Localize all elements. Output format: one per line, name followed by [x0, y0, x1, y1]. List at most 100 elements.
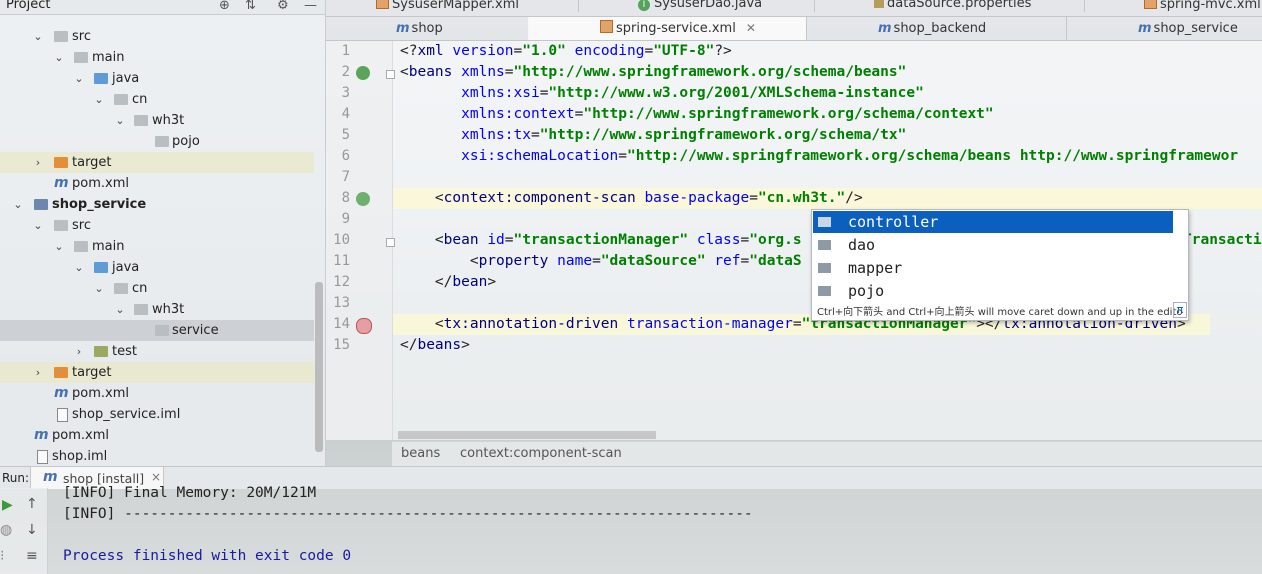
chevron-down-icon[interactable]: ⌄ [73, 68, 85, 89]
tree-item-pojo[interactable]: pojo [0, 131, 314, 152]
transaction-icon[interactable] [356, 318, 372, 334]
editor-hscrollbar[interactable] [398, 431, 656, 439]
code-line[interactable]: </beans> [400, 335, 470, 356]
chevron-right-icon[interactable]: › [32, 362, 44, 383]
chevron-down-icon[interactable]: ⌄ [93, 278, 105, 299]
editor-gutter[interactable]: 1 2 3 4 5 6 7 8 9 10 11 12 13 14 15 [326, 41, 393, 440]
tree-item-target[interactable]: › target [0, 152, 314, 173]
close-icon[interactable]: × [151, 470, 161, 484]
tree-item-iml[interactable]: shop_service.iml [0, 404, 314, 425]
tree-label: java [112, 260, 140, 275]
code-line[interactable]: <?xml version="1.0" encoding="UTF-8"?> [400, 41, 732, 62]
completion-item[interactable]: dao [813, 234, 1173, 256]
pin-icon[interactable]: ⁝ [0, 548, 4, 564]
tree-item-iml[interactable]: shop.iml [0, 446, 314, 467]
chevron-down-icon[interactable]: ⌄ [32, 215, 44, 236]
code-line[interactable]: xmlns:tx="http://www.springframework.org… [400, 125, 906, 146]
chevron-down-icon[interactable]: ⌄ [114, 110, 126, 131]
tree-item-test[interactable]: › test [0, 341, 314, 362]
chevron-right-icon[interactable]: › [73, 341, 85, 362]
code-line[interactable]: <beans xmlns="http://www.springframework… [400, 62, 906, 83]
file-icon [57, 408, 68, 422]
scroll-up-icon[interactable]: ↑ [26, 496, 38, 512]
tab-spring-service[interactable]: spring-service.xml ✕ [528, 17, 807, 40]
tab-shop[interactable]: m shop [326, 17, 529, 40]
code-line[interactable]: <bean id="transactionManager" class="org… [400, 230, 802, 251]
module-icon [34, 199, 48, 210]
project-scrollbar[interactable] [315, 282, 323, 452]
xml-file-icon [376, 0, 389, 9]
code-line[interactable]: <context:component-scan base-package="cn… [400, 188, 863, 209]
code-line[interactable]: xsi:schemaLocation="http://www.springfra… [400, 146, 1238, 167]
tree-item-cn[interactable]: ⌄ cn [0, 278, 314, 299]
breadcrumb-item[interactable]: beans [401, 446, 440, 461]
chevron-down-icon[interactable]: ⌄ [114, 299, 126, 320]
stop-icon[interactable]: ◍ [0, 522, 12, 538]
code-line[interactable]: xmlns:context="http://www.springframewor… [400, 104, 994, 125]
code-token: xmlns:xsi [461, 85, 540, 101]
code-token: encoding [574, 43, 645, 59]
tree-item-pom[interactable]: m pom.xml [0, 173, 314, 194]
breadcrumb-item[interactable]: context:component-scan [460, 446, 622, 461]
spring-scan-icon[interactable] [356, 192, 370, 206]
tree-item-cn[interactable]: ⌄ cn [0, 89, 314, 110]
run-console[interactable]: [INFO] Final Memory: 20M/121M [INFO] ---… [48, 485, 1262, 574]
code-line[interactable]: <property name="dataSource" ref="dataS [400, 251, 802, 272]
rerun-icon[interactable]: ▶ [2, 497, 13, 513]
tree-item-wh3t[interactable]: ⌄ wh3t [0, 299, 314, 320]
pi-icon[interactable]: π [1173, 302, 1187, 318]
tree-item-wh3t[interactable]: ⌄ wh3t [0, 110, 314, 131]
tree-item-pom[interactable]: m pom.xml [0, 383, 314, 404]
line-number: 15 [333, 337, 350, 353]
chevron-right-icon[interactable]: › [32, 152, 44, 173]
maven-icon: m [1138, 21, 1152, 36]
tab-spring-mvc[interactable]: spring-mvc.xml [1144, 0, 1262, 12]
code-token: = [592, 253, 601, 269]
close-icon[interactable]: ✕ [746, 21, 756, 35]
run-label: Run: [2, 471, 30, 485]
tree-item-main[interactable]: ⌄ main [0, 47, 314, 68]
code-line[interactable]: </bean> [400, 272, 496, 293]
tree-label: pom.xml [72, 386, 129, 401]
collapse-icon[interactable]: ⇅ [245, 0, 256, 13]
tree-item-java[interactable]: ⌄ java [0, 257, 314, 278]
tab-shop-service[interactable]: m shop_service [1066, 17, 1262, 40]
tree-item-pom[interactable]: m pom.xml [0, 425, 314, 446]
chevron-down-icon[interactable]: ⌄ [53, 47, 65, 68]
fold-icon[interactable] [386, 238, 395, 247]
tree-item-src[interactable]: ⌄ src [0, 215, 314, 236]
code-token: xmlns:context [461, 106, 575, 122]
tree-item-service[interactable]: service [0, 320, 314, 341]
completion-item[interactable]: controller [813, 211, 1173, 233]
tab-datasource-properties[interactable]: dataSource.properties [874, 0, 1085, 12]
tree-item-java[interactable]: ⌄ java [0, 68, 314, 89]
tree-item-main[interactable]: ⌄ main [0, 236, 314, 257]
completion-popup: controller dao mapper pojo Ctrl+向下箭头 and… [811, 209, 1189, 321]
chevron-down-icon[interactable]: ⌄ [93, 89, 105, 110]
chevron-down-icon[interactable]: ⌄ [73, 257, 85, 278]
completion-item[interactable]: pojo [813, 280, 1173, 302]
soft-wrap-icon[interactable]: ≡ [26, 548, 38, 564]
spring-bean-icon[interactable] [356, 66, 370, 80]
tab-sysuser-mapper[interactable]: SysuserMapper.xml [376, 0, 579, 12]
chevron-down-icon[interactable]: ⌄ [53, 236, 65, 257]
tree-item-shop-service[interactable]: ⌄ shop_service [0, 194, 314, 215]
fold-icon[interactable] [386, 70, 395, 79]
completion-item[interactable]: mapper [813, 257, 1173, 279]
settings-gear-icon[interactable]: ⚙ [277, 0, 289, 13]
project-title[interactable]: Project [6, 0, 50, 12]
code-line[interactable]: xmlns:xsi="http://www.w3.org/2001/XMLSch… [400, 83, 924, 104]
hide-panel-icon[interactable]: — [304, 0, 317, 13]
chevron-down-icon[interactable]: ⌄ [32, 26, 44, 47]
scroll-down-icon[interactable]: ↓ [26, 522, 38, 538]
tree-item-target[interactable]: › target [0, 362, 314, 383]
tab-sysuser-dao[interactable]: I SysuserDao.java [638, 0, 815, 12]
chevron-down-icon[interactable]: ⌄ [12, 194, 24, 215]
completion-label: mapper [848, 259, 903, 277]
code-token: id [487, 232, 505, 248]
tree-item-src[interactable]: ⌄ src [0, 26, 314, 47]
tab-label: dataSource.properties [887, 0, 1032, 11]
locate-icon[interactable]: ⊕ [219, 0, 230, 13]
tab-shop-backend[interactable]: m shop_backend [806, 17, 1067, 40]
